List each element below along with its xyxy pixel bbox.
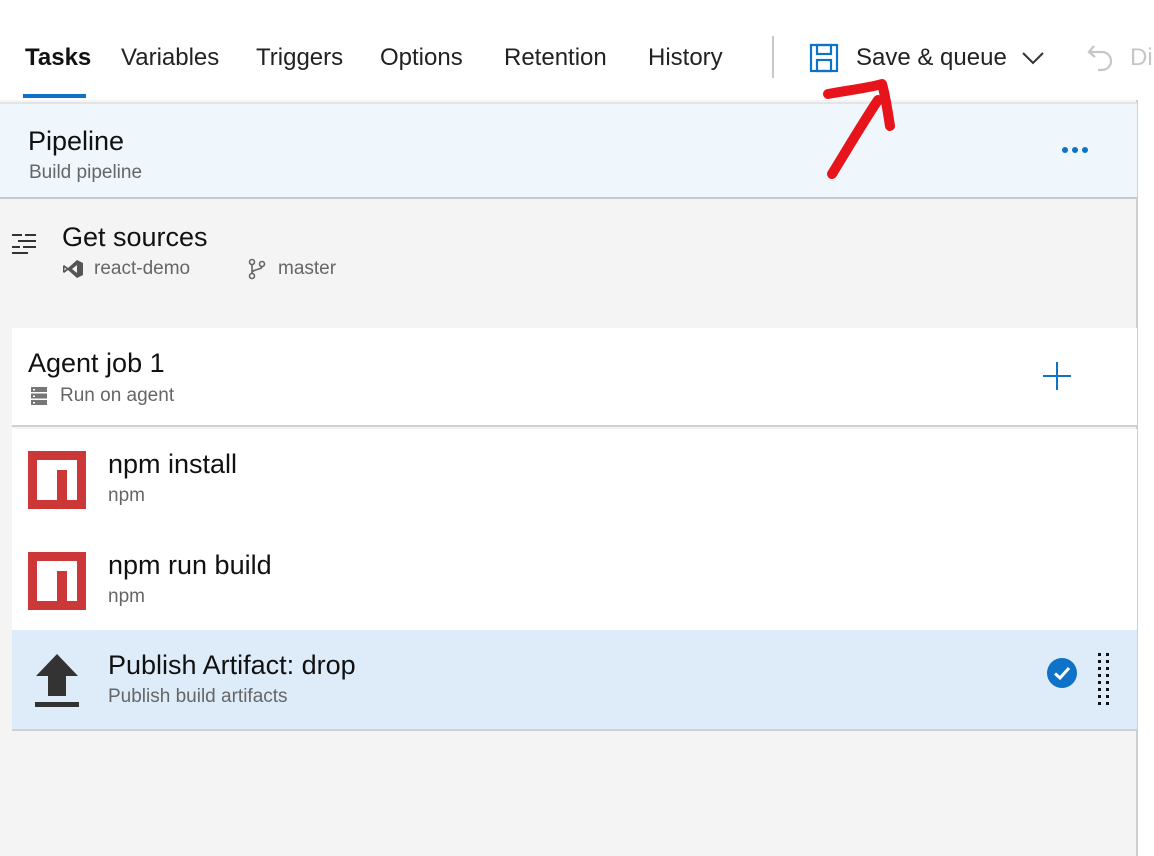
task-item-publish-artifact[interactable]: Publish Artifact: drop Publish build art… — [12, 630, 1137, 731]
task-subtitle: Publish build artifacts — [108, 686, 288, 707]
get-sources-title: Get sources — [62, 222, 208, 252]
tab-tasks[interactable]: Tasks — [25, 44, 91, 72]
repository-name: react-demo — [94, 258, 191, 279]
tab-history[interactable]: History — [648, 44, 723, 72]
repository-info: react-demo — [62, 258, 190, 280]
tab-triggers[interactable]: Triggers — [256, 44, 343, 72]
drag-handle-icon[interactable] — [1096, 652, 1112, 706]
agent-job-subtitle-text: Run on agent — [60, 385, 175, 406]
save-and-queue-label: Save & queue — [856, 44, 1007, 71]
agent-job-header[interactable]: Agent job 1 Run on agent — [12, 328, 1137, 427]
agent-job-subtitle: Run on agent — [30, 385, 174, 407]
discard-button[interactable]: Di — [1086, 36, 1153, 80]
task-item-npm-run-build[interactable]: npm run build npm — [12, 530, 1137, 631]
npm-icon — [28, 451, 86, 509]
add-task-icon[interactable] — [1042, 361, 1072, 391]
tab-variables[interactable]: Variables — [121, 44, 219, 72]
task-item-npm-install[interactable]: npm install npm — [12, 429, 1137, 530]
pipeline-subtitle: Build pipeline — [29, 162, 143, 183]
get-sources-section[interactable]: Get sources react-demo master — [0, 200, 1137, 310]
task-title: npm install — [108, 449, 238, 479]
branch-name: master — [278, 258, 337, 279]
npm-icon — [28, 552, 86, 610]
server-icon — [31, 387, 47, 405]
pipeline-title: Pipeline — [28, 126, 125, 156]
checkmark-circle-icon[interactable] — [1046, 657, 1078, 689]
get-sources-icon — [12, 234, 36, 254]
branch-icon — [248, 258, 266, 280]
branch-info: master — [248, 258, 336, 280]
agent-job-title: Agent job 1 — [28, 348, 165, 378]
task-title: Publish Artifact: drop — [108, 650, 356, 680]
save-icon — [809, 43, 839, 73]
pipeline-header[interactable]: Pipeline Build pipeline — [0, 102, 1137, 199]
undo-icon — [1087, 45, 1113, 72]
active-tab-indicator — [23, 94, 86, 98]
task-subtitle: npm — [108, 485, 145, 506]
tab-retention[interactable]: Retention — [504, 44, 607, 72]
task-subtitle: npm — [108, 586, 145, 607]
chevron-down-icon[interactable] — [1021, 51, 1045, 65]
more-options-icon[interactable] — [1060, 140, 1092, 160]
top-tab-bar: Tasks Variables Triggers Options Retenti… — [0, 0, 1154, 100]
tab-options[interactable]: Options — [380, 44, 463, 72]
discard-label: Di — [1130, 44, 1153, 71]
upload-icon — [35, 654, 79, 707]
save-and-queue-button[interactable]: Save & queue — [808, 36, 1045, 80]
toolbar-divider — [772, 36, 774, 78]
task-title: npm run build — [108, 550, 272, 580]
visual-studio-icon — [63, 260, 83, 278]
